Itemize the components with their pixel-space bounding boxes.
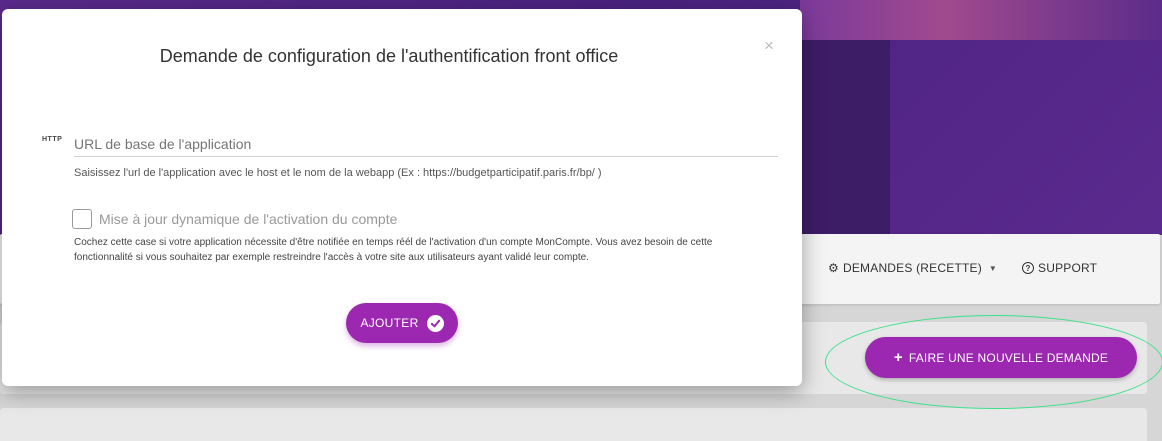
- add-button-label: AJOUTER: [360, 316, 419, 330]
- base-url-input[interactable]: [74, 131, 778, 157]
- base-url-help-text: Saisissez l'url de l'application avec le…: [74, 167, 602, 179]
- auth-config-modal: Demande de configuration de l'authentifi…: [2, 9, 802, 386]
- add-button[interactable]: AJOUTER: [346, 303, 458, 343]
- dynamic-update-help-text: Cochez cette case si votre application n…: [74, 237, 713, 263]
- modal-title: Demande de configuration de l'authentifi…: [159, 46, 619, 66]
- dynamic-update-checkbox[interactable]: [72, 209, 92, 229]
- close-icon[interactable]: ×: [764, 36, 774, 56]
- http-icon: HTTP: [42, 136, 63, 143]
- check-circle-icon: [426, 314, 444, 332]
- dynamic-update-label[interactable]: Mise à jour dynamique de l'activation du…: [99, 211, 397, 227]
